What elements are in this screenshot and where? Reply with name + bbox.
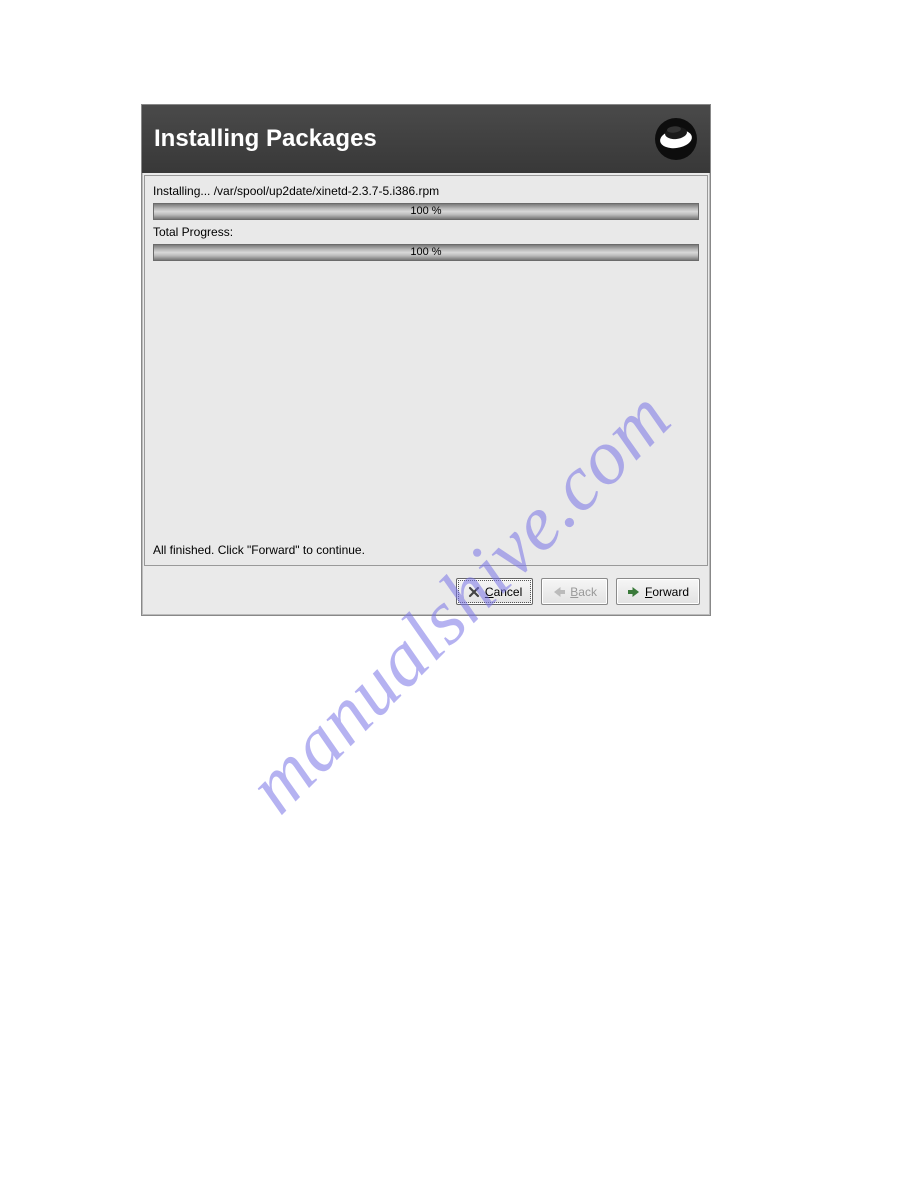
content-area: Installing... /var/spool/up2date/xinetd-… xyxy=(144,175,708,566)
package-progress-label: 100 % xyxy=(154,204,698,219)
forward-arrow-icon xyxy=(627,585,641,599)
installing-status-text: Installing... /var/spool/up2date/xinetd-… xyxy=(153,184,699,198)
back-label: Back xyxy=(570,585,597,599)
back-arrow-icon xyxy=(552,585,566,599)
package-progress-bar: 100 % xyxy=(153,203,699,220)
redhat-logo-icon xyxy=(654,117,698,161)
content-spacer xyxy=(153,266,699,531)
button-row: Cancel Back Forward xyxy=(142,568,710,615)
finished-text: All finished. Click "Forward" to continu… xyxy=(153,543,699,557)
forward-label: Forward xyxy=(645,585,689,599)
cancel-label: Cancel xyxy=(485,585,522,599)
dialog-title-bar: Installing Packages xyxy=(142,105,710,173)
installing-packages-dialog: Installing Packages Installing... /var/s… xyxy=(141,104,711,616)
cancel-button[interactable]: Cancel xyxy=(456,578,533,605)
forward-button[interactable]: Forward xyxy=(616,578,700,605)
cancel-icon xyxy=(467,585,481,599)
dialog-title: Installing Packages xyxy=(154,125,377,153)
total-progress-label: Total Progress: xyxy=(153,225,699,239)
total-progress-bar: 100 % xyxy=(153,244,699,261)
back-button[interactable]: Back xyxy=(541,578,608,605)
total-progress-percent: 100 % xyxy=(154,245,698,260)
